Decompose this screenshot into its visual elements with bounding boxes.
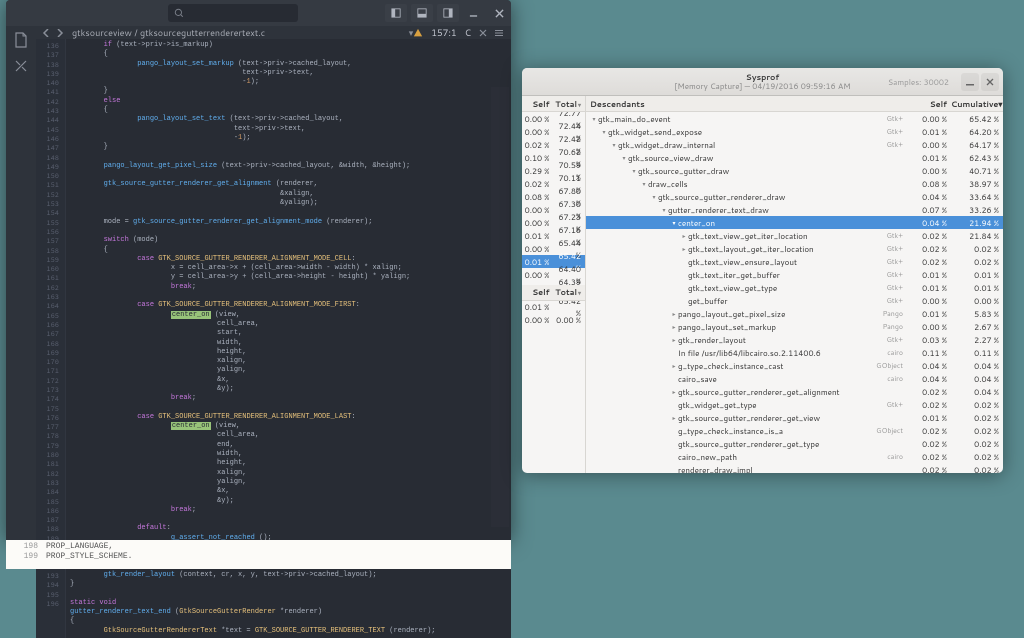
descendants-row[interactable]: cairo_new_pathcairo0.02 %0.02 % xyxy=(586,450,1003,463)
tools-icon[interactable] xyxy=(13,58,29,74)
descendants-row[interactable]: gtk_source_gutter_renderer_get_type0.02 … xyxy=(586,437,1003,450)
descendants-row[interactable]: cairo_savecairo0.04 %0.04 % xyxy=(586,372,1003,385)
descendants-row[interactable]: ▸gtk_source_gutter_renderer_get_view0.01… xyxy=(586,411,1003,424)
descendants-header[interactable]: Descendants Self Cumulative▾ xyxy=(586,96,1003,112)
callers-header[interactable]: Self Total▾ xyxy=(522,285,585,301)
cursor-position: 157:1 xyxy=(431,26,456,39)
editor-sidebar xyxy=(6,26,36,540)
descendants-row[interactable]: ▾gtk_source_view_draw0.01 %62.43 % xyxy=(586,151,1003,164)
minimize-button[interactable] xyxy=(461,0,485,26)
descendants-row[interactable]: ▸gtk_source_gutter_renderer_get_alignmen… xyxy=(586,385,1003,398)
sysprof-titlebar: Sysprof [Memory Capture] — 04/19/2016 09… xyxy=(522,68,1003,96)
code-editor-window: gtksourceview / gtksourcegutterrenderert… xyxy=(6,0,511,540)
file-language[interactable]: C xyxy=(465,26,471,39)
descendants-row[interactable]: ▾gtk_source_gutter_draw0.00 %40.71 % xyxy=(586,164,1003,177)
minimize-button[interactable] xyxy=(961,73,979,91)
minimap[interactable] xyxy=(491,87,509,527)
sysprof-body: Self Total▾ 0.00 %72.77 %0.00 %72.44 %0.… xyxy=(522,96,1003,473)
panel-toggle-right-button[interactable] xyxy=(437,4,459,22)
descendants-row[interactable]: ▾gtk_main_do_eventGtk+0.00 %65.42 % xyxy=(586,112,1003,125)
descendants-row[interactable]: gtk_text_iter_get_bufferGtk+0.01 %0.01 % xyxy=(586,268,1003,281)
editor-titlebar xyxy=(6,0,511,26)
descendants-row[interactable]: ▾gtk_widget_draw_internalGtk+0.00 %64.17… xyxy=(586,138,1003,151)
search-input[interactable] xyxy=(168,4,298,22)
descendants-row[interactable]: ▸pango_layout_get_pixel_sizePango0.01 %5… xyxy=(586,307,1003,320)
menu-icon[interactable] xyxy=(495,29,503,37)
descendants-row[interactable]: ▸gtk_render_layoutGtk+0.03 %2.27 % xyxy=(586,333,1003,346)
callers-row[interactable]: 0.01 %65.42 % xyxy=(522,301,585,314)
descendants-row[interactable]: renderer_draw_impl0.02 %0.02 % xyxy=(586,463,1003,473)
descendants-row[interactable]: ▸g_type_check_instance_castGObject0.04 %… xyxy=(586,359,1003,372)
descendants-row[interactable]: ▸pango_layout_set_markupPango0.00 %2.67 … xyxy=(586,320,1003,333)
descendants-row[interactable]: gtk_text_view_get_typeGtk+0.01 %0.01 % xyxy=(586,281,1003,294)
functions-panel: Self Total▾ 0.00 %72.77 %0.00 %72.44 %0.… xyxy=(522,96,586,473)
close-tab-icon[interactable] xyxy=(479,29,487,37)
search-icon xyxy=(174,8,184,18)
underlying-editor-peek: 198PROP_LANGUAGE, 199PROP_STYLE_SCHEME. xyxy=(6,540,511,569)
descendants-row[interactable]: In file /usr/lib64/libcairo.so.2.11400.6… xyxy=(586,346,1003,359)
descendants-row[interactable]: ▾center_on0.04 %21.94 % xyxy=(586,216,1003,229)
panel-toggle-bottom-button[interactable] xyxy=(411,4,433,22)
descendants-row[interactable]: gtk_text_view_ensure_layoutGtk+0.02 %0.0… xyxy=(586,255,1003,268)
descendants-row[interactable]: ▸gtk_text_layout_get_iter_locationGtk+0.… xyxy=(586,242,1003,255)
panel-toggle-left-button[interactable] xyxy=(385,4,407,22)
descendants-row[interactable]: ▾gtk_source_gutter_renderer_draw0.04 %33… xyxy=(586,190,1003,203)
functions-header[interactable]: Self Total▾ xyxy=(522,96,585,112)
sysprof-title: Sysprof [Memory Capture] — 04/19/2016 09… xyxy=(674,73,850,91)
descendants-row[interactable]: get_bufferGtk+0.00 %0.00 % xyxy=(586,294,1003,307)
descendants-panel: Descendants Self Cumulative▾ ▾gtk_main_d… xyxy=(586,96,1003,473)
close-button[interactable] xyxy=(487,0,511,26)
descendants-row[interactable]: gtk_widget_get_typeGtk+0.02 %0.02 % xyxy=(586,398,1003,411)
nav-forward-icon[interactable] xyxy=(56,29,64,37)
document-icon[interactable] xyxy=(13,32,29,48)
descendants-row[interactable]: ▾draw_cells0.08 %38.97 % xyxy=(586,177,1003,190)
sample-count: Samples: 30002 xyxy=(888,76,949,88)
descendants-row[interactable]: ▸gtk_text_view_get_iter_locationGtk+0.02… xyxy=(586,229,1003,242)
warning-icon[interactable] xyxy=(413,28,423,38)
editor-pathbar: gtksourceview / gtksourcegutterrenderert… xyxy=(6,26,511,39)
descendants-row[interactable]: ▾gutter_renderer_text_draw0.07 %33.26 % xyxy=(586,203,1003,216)
descendants-row[interactable]: ▾gtk_widget_send_exposeGtk+0.01 %64.20 % xyxy=(586,125,1003,138)
file-path[interactable]: gtksourceview / gtksourcegutterrenderert… xyxy=(72,26,406,39)
sysprof-window: Sysprof [Memory Capture] — 04/19/2016 09… xyxy=(522,68,1003,473)
nav-back-icon[interactable] xyxy=(42,29,50,37)
titlebar-controls xyxy=(383,0,511,26)
callers-row[interactable]: 0.00 %0.00 % xyxy=(522,314,585,327)
descendants-row[interactable]: g_type_check_instance_is_aGObject0.02 %0… xyxy=(586,424,1003,437)
close-button[interactable] xyxy=(981,73,999,91)
